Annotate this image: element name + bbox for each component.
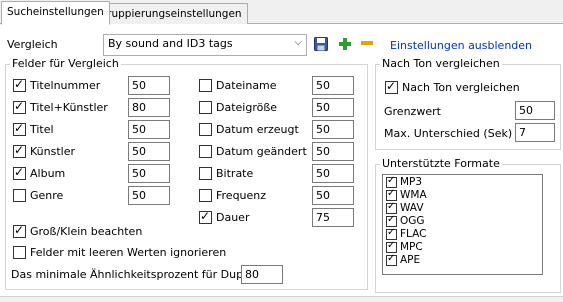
field-weight-datum-erzeugt[interactable] [312, 120, 354, 139]
field-weight-bitrate[interactable] [312, 164, 354, 183]
field-label: Titel+Künstler [30, 101, 108, 114]
tab-label: Gruppierungseinstellungen [99, 8, 242, 20]
checkbox-mpc[interactable] [386, 240, 397, 253]
compare-mode-value: By sound and ID3 tags [108, 37, 233, 50]
checkbox-ogg[interactable] [386, 214, 397, 227]
field-label: Frequenz [216, 189, 267, 202]
tab-grouping-settings[interactable]: Gruppierungseinstellungen [93, 3, 248, 25]
checkbox-datum-erzeugt[interactable] [199, 123, 212, 136]
format-label: MP3 [400, 176, 423, 188]
format-label: FLAC [400, 228, 427, 240]
checkbox-album[interactable] [13, 165, 26, 180]
field-label: Titel [30, 123, 54, 136]
checkbox-frequenz[interactable] [199, 189, 212, 202]
compare-mode-select[interactable]: By sound and ID3 tags ⌵ [103, 34, 307, 56]
field-label: Dateiname [216, 79, 277, 92]
case-sensitive-label: Groß/Klein beachten [30, 225, 143, 238]
field-label: Dauer [216, 211, 250, 224]
format-label: MPC [400, 241, 423, 253]
field-weight-dateiname[interactable] [312, 76, 354, 95]
field-weight-genre[interactable] [128, 186, 170, 205]
checkbox-titelnummer[interactable] [13, 77, 26, 92]
checkbox-titel-kuenstler[interactable] [13, 99, 26, 114]
field-weight-titel[interactable] [128, 120, 170, 139]
field-label: Datum erzeugt [216, 123, 299, 136]
tab-label: Sucheinstellungen [7, 6, 104, 18]
field-label: Dateigröße [216, 101, 278, 114]
min-similarity-label: Das minimale Ähnlichkeitsprozent für Dup… [11, 268, 274, 281]
formats-group-title: Unterstützte Formate [380, 157, 502, 170]
checkbox-datum-geaendert[interactable] [199, 145, 212, 158]
checkbox-ignore-empty[interactable] [13, 246, 26, 259]
field-label: Genre [30, 189, 64, 202]
checkbox-ape[interactable] [386, 253, 397, 266]
remove-icon[interactable] [361, 41, 373, 46]
checkbox-dateigroesse[interactable] [199, 101, 212, 114]
field-weight-datum-geaendert[interactable] [312, 142, 354, 161]
max-diff-label: Max. Unterschied (Sek) [384, 127, 513, 140]
field-label: Künstler [30, 145, 75, 158]
field-weight-titel-kuenstler[interactable] [128, 98, 170, 117]
ignore-empty-label: Felder mit leeren Werten ignorieren [30, 246, 227, 259]
checkbox-dauer[interactable] [199, 209, 212, 224]
field-weight-kuenstler[interactable] [128, 142, 170, 161]
add-icon[interactable] [339, 38, 351, 50]
max-diff-input[interactable] [515, 123, 555, 142]
field-label: Bitrate [216, 167, 254, 180]
field-weight-titelnummer[interactable] [128, 76, 170, 95]
chevron-down-icon: ⌵ [294, 37, 302, 48]
tab-strip: Sucheinstellungen Gruppierungseinstellun… [0, 0, 563, 25]
checkbox-wma[interactable] [386, 188, 397, 201]
checkbox-mp3[interactable] [386, 175, 397, 188]
threshold-input[interactable] [515, 101, 555, 120]
format-label: WMA [400, 189, 427, 201]
hide-settings-link[interactable]: Einstellungen ausblenden [390, 39, 532, 52]
compare-by-sound-label: Nach Ton vergleichen [402, 81, 520, 94]
field-label: Datum geändert [216, 145, 307, 158]
sound-group-title: Nach Ton vergleichen [380, 57, 502, 70]
compare-label: Vergleich [7, 38, 58, 51]
field-label: Titelnummer [30, 79, 101, 92]
settings-panel: Vergleich By sound and ID3 tags ⌵ Einste… [0, 24, 563, 296]
checkbox-wav[interactable] [386, 201, 397, 214]
min-similarity-input[interactable] [241, 265, 283, 284]
field-weight-frequenz[interactable] [312, 186, 354, 205]
checkbox-titel[interactable] [13, 121, 26, 136]
fields-group-title: Felder für Vergleich [10, 57, 121, 70]
threshold-label: Grenzwert [384, 105, 441, 118]
checkbox-bitrate[interactable] [199, 167, 212, 180]
checkbox-compare-by-sound[interactable] [385, 79, 398, 94]
format-label: APE [400, 254, 421, 266]
checkbox-genre[interactable] [13, 189, 26, 202]
field-label: Album [30, 167, 66, 180]
checkbox-case-sensitive[interactable] [13, 223, 26, 238]
checkbox-kuenstler[interactable] [13, 143, 26, 158]
bottom-edge [0, 296, 563, 302]
field-weight-dauer[interactable] [312, 208, 354, 227]
formats-list[interactable]: MP3 WMA WAV OGG FLAC MPC APE [382, 174, 543, 275]
format-label: WAV [400, 202, 424, 214]
field-weight-dateigroesse[interactable] [312, 98, 354, 117]
checkbox-dateiname[interactable] [199, 79, 212, 92]
save-icon[interactable] [314, 37, 328, 51]
field-weight-album[interactable] [128, 164, 170, 183]
format-label: OGG [400, 215, 425, 227]
checkbox-flac[interactable] [386, 227, 397, 240]
tab-search-settings[interactable]: Sucheinstellungen [1, 1, 110, 25]
